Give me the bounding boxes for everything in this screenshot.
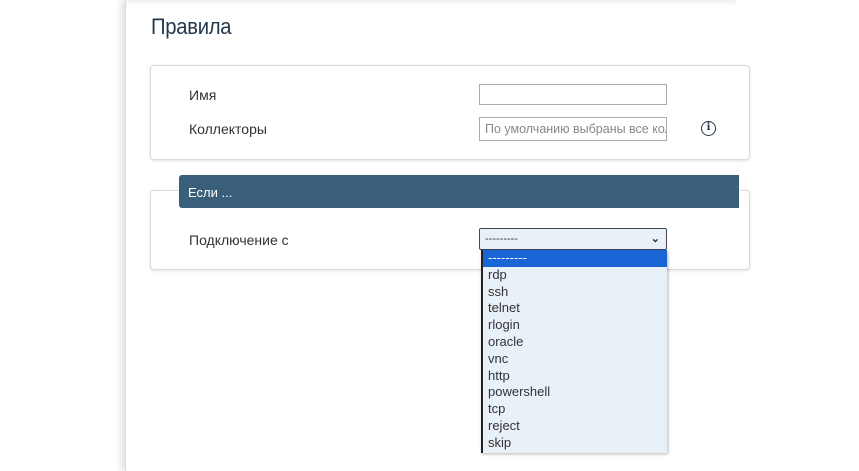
option[interactable]: tcp	[483, 401, 667, 418]
option[interactable]: vnc	[483, 351, 667, 368]
option[interactable]: ---------	[483, 250, 667, 267]
selected-value: ---------	[485, 233, 518, 245]
option[interactable]: rlogin	[483, 317, 667, 334]
option[interactable]: skip	[483, 435, 667, 452]
connection-select[interactable]: --------- ⌄	[479, 228, 667, 250]
option[interactable]: reject	[483, 418, 667, 435]
collectors-input[interactable]: По умолчанию выбраны все коллекторы	[479, 117, 667, 141]
connection-dropdown[interactable]: --------- rdp ssh telnet rlogin oracle v…	[481, 250, 667, 453]
general-card: Имя Коллекторы По умолчанию выбраны все …	[150, 65, 750, 160]
option[interactable]: ssh	[483, 284, 667, 301]
option[interactable]: oracle	[483, 334, 667, 351]
option[interactable]: telnet	[483, 300, 667, 317]
info-icon[interactable]: i	[701, 121, 716, 136]
page-title: Правила	[151, 14, 232, 39]
connection-label: Подключение с	[189, 232, 289, 248]
option[interactable]: http	[483, 368, 667, 385]
main-content: Правила Имя Коллекторы По умолчанию выбр…	[125, 0, 750, 471]
chevron-down-icon: ⌄	[650, 233, 660, 245]
name-input[interactable]	[479, 84, 667, 105]
option[interactable]: powershell	[483, 384, 667, 401]
option[interactable]: rdp	[483, 267, 667, 284]
condition-header: Если ...	[179, 175, 739, 208]
collectors-label: Коллекторы	[189, 121, 267, 137]
name-label: Имя	[189, 87, 217, 103]
